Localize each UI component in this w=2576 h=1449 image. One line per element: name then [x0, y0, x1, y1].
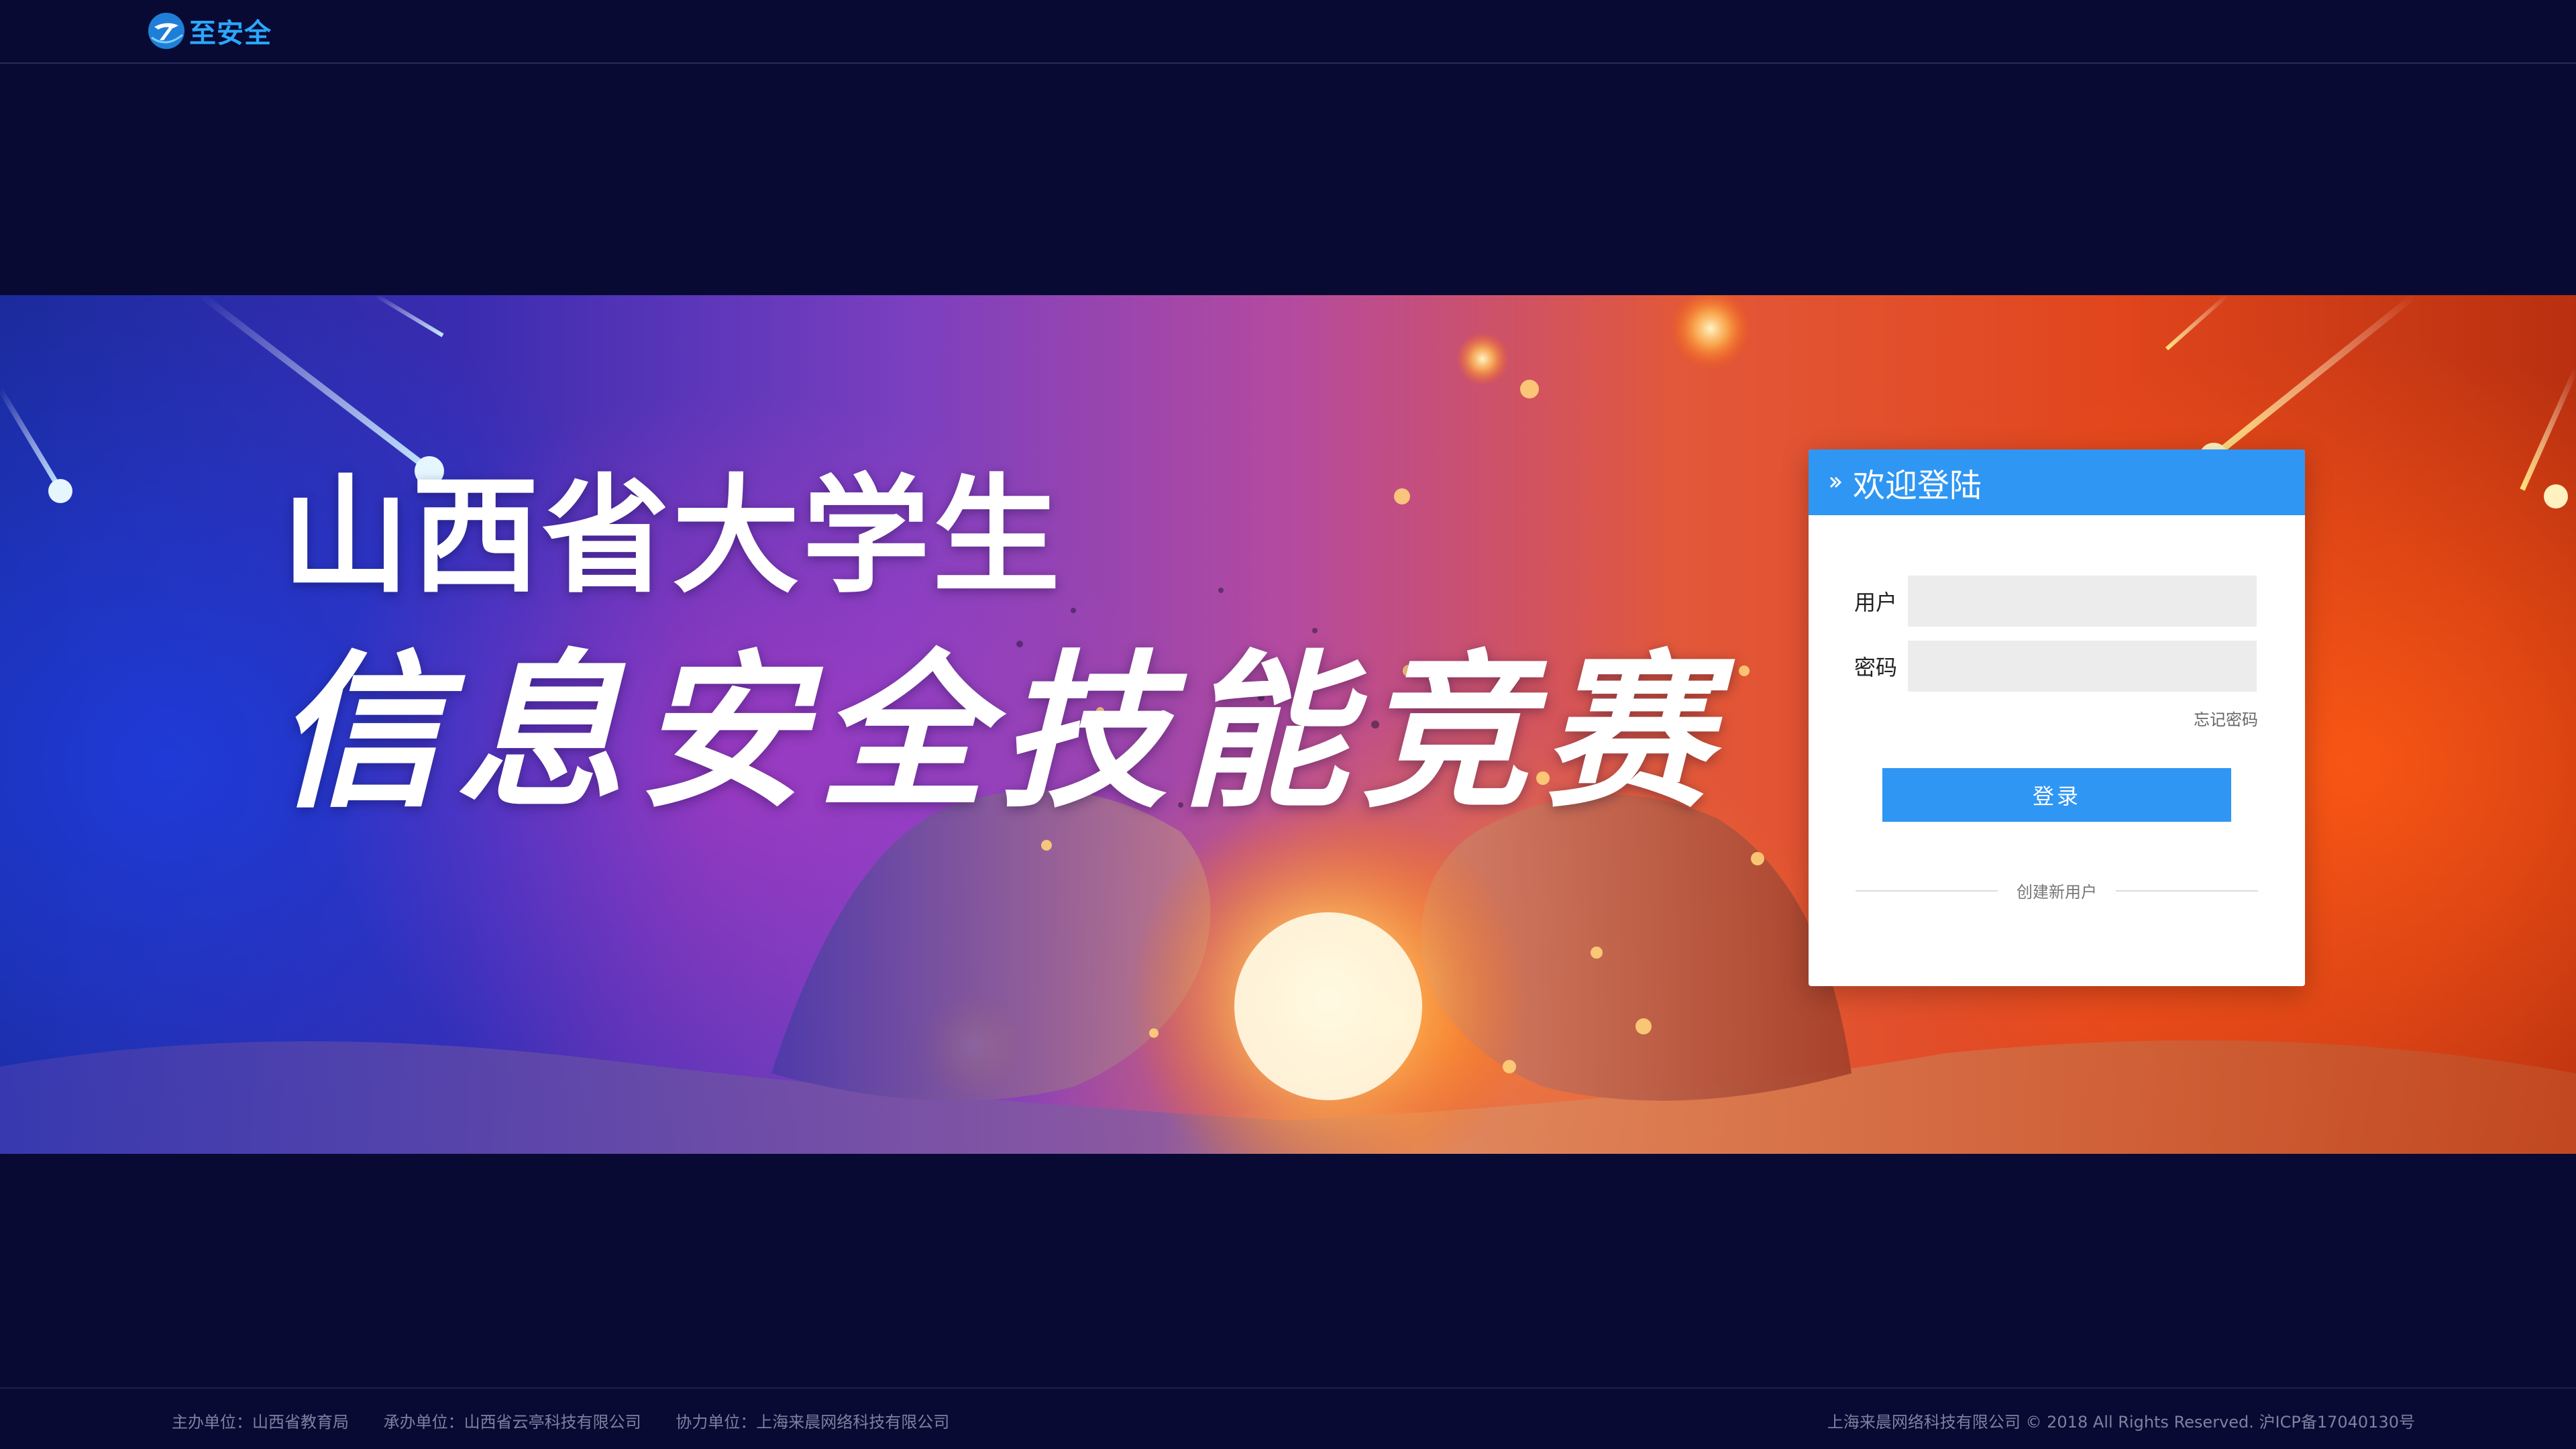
create-user-row: 创建新用户 — [1856, 879, 2258, 902]
forgot-password-link[interactable]: 忘记密码 — [2194, 706, 2258, 730]
username-row: 用户 — [1854, 576, 2257, 627]
login-header: 欢迎登陆 — [1809, 449, 2305, 515]
login-button[interactable]: 登录 — [1882, 768, 2231, 822]
banner-title-line2: 信息安全技能竞赛 — [275, 635, 1724, 830]
brand-logo-icon — [148, 13, 184, 49]
footer-sponsor: 主办单位：山西省教育局 — [172, 1413, 349, 1432]
page-footer: 主办单位：山西省教育局 承办单位：山西省云亭科技有限公司 协力单位：上海来晨网络… — [0, 1387, 2576, 1449]
brand-logo-text: 至安全 — [189, 18, 272, 49]
footer-cooperator: 协力单位：上海来晨网络科技有限公司 — [676, 1413, 950, 1432]
divider-left — [1856, 890, 1998, 892]
divider-right — [2116, 890, 2258, 892]
username-input[interactable] — [1908, 576, 2257, 627]
password-input[interactable] — [1908, 641, 2257, 692]
password-label: 密码 — [1854, 655, 1898, 680]
create-user-link[interactable]: 创建新用户 — [1998, 879, 2116, 902]
footer-copyright: 上海来晨网络科技有限公司 © 2018 All Rights Reserved.… — [1827, 1413, 2415, 1432]
footer-organizer: 承办单位：山西省云亭科技有限公司 — [383, 1413, 641, 1432]
brand-logo[interactable]: 至安全 — [146, 9, 272, 52]
login-title: 欢迎登陆 — [1853, 467, 1982, 504]
top-bar: 至安全 — [0, 0, 2576, 64]
username-label: 用户 — [1854, 590, 1898, 615]
footer-organizers: 主办单位：山西省教育局 承办单位：山西省云亭科技有限公司 协力单位：上海来晨网络… — [172, 1409, 979, 1432]
banner-title-line1: 山西省大学生 — [282, 462, 1063, 610]
password-row: 密码 — [1854, 641, 2257, 692]
login-panel: 欢迎登陆 用户 密码 忘记密码 登录 创建新用户 — [1809, 449, 2305, 986]
double-chevron-right-icon — [1829, 476, 1842, 488]
